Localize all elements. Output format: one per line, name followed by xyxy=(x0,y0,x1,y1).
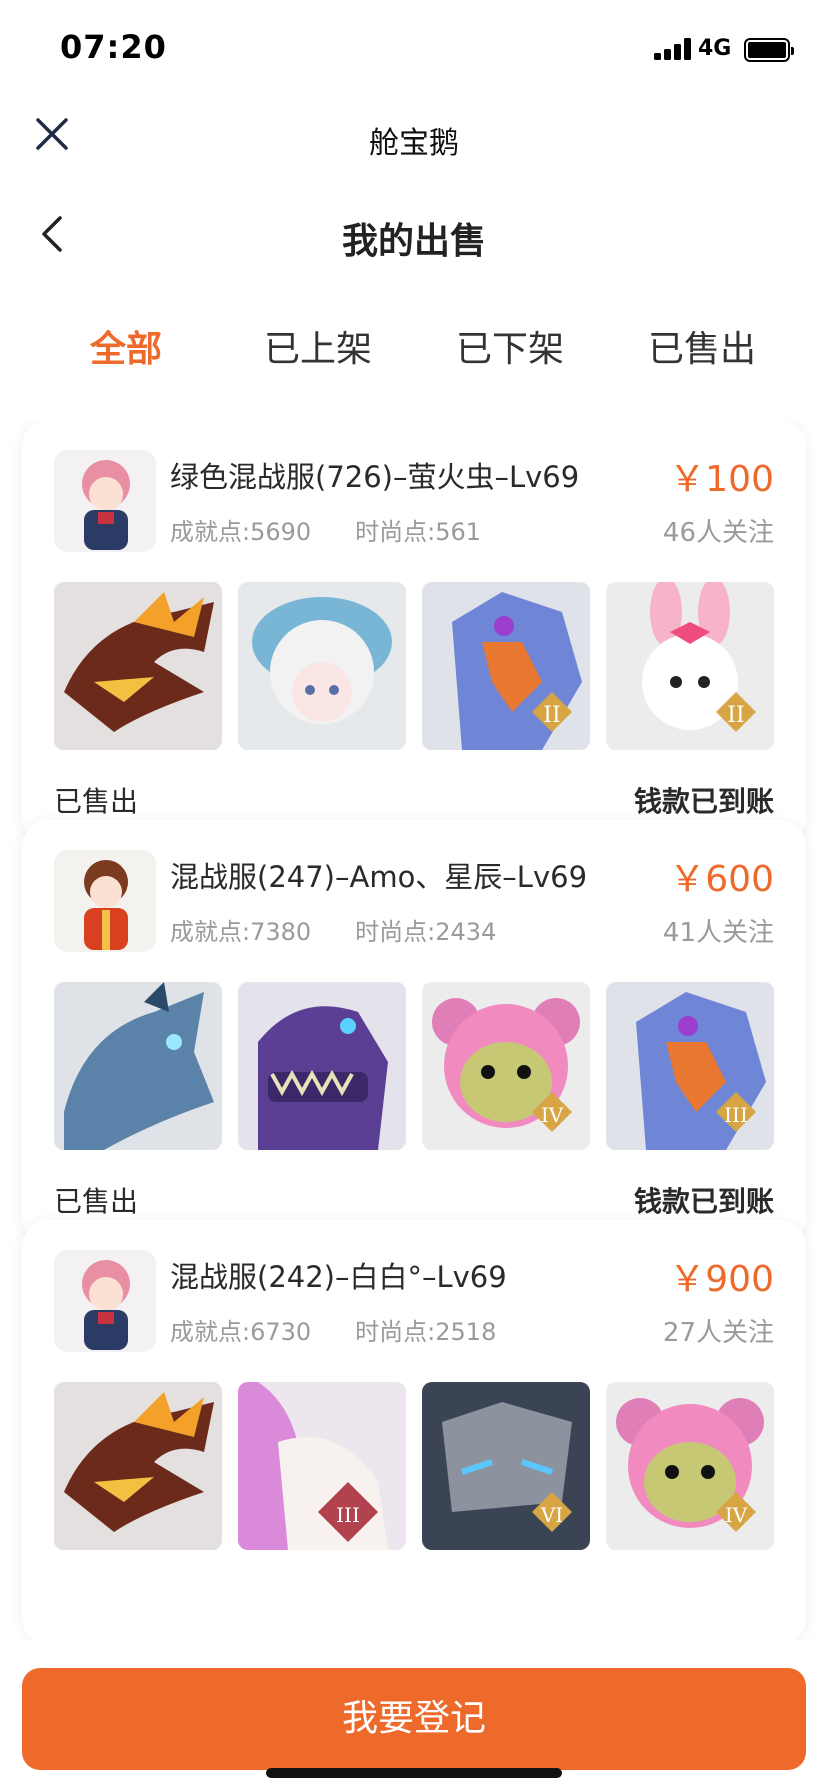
nav-bar: 我的出售 xyxy=(0,186,828,286)
listing-title: 混战服(247)–Amo、星辰–Lv69 xyxy=(170,860,588,894)
signal-icon xyxy=(654,38,692,60)
follower-count: 46人关注 xyxy=(662,518,774,548)
achievement-points: 成就点:6730 xyxy=(170,1318,312,1346)
follower-count: 41人关注 xyxy=(662,918,774,948)
fire-dragon-pet[interactable] xyxy=(54,1382,222,1550)
battery-icon xyxy=(744,38,794,62)
svg-text:II: II xyxy=(543,703,560,728)
listing-card[interactable]: 混战服(242)–白白°–Lv69 成就点:6730 时尚点:2518 ￥900 … xyxy=(22,1220,806,1640)
pet-thumbnails: IV III xyxy=(54,982,774,1150)
app-bar: 舱宝鹅 xyxy=(0,96,828,186)
register-button[interactable]: 我要登记 xyxy=(22,1668,806,1770)
tab-sold[interactable]: 已售出 xyxy=(612,320,792,372)
pink-hair-character-avatar xyxy=(54,450,156,552)
pink-hair-character-avatar xyxy=(54,1250,156,1352)
listing-stats: 成就点:6730 时尚点:2518 xyxy=(170,1312,496,1347)
listing-stats: 成就点:7380 时尚点:2434 xyxy=(170,912,496,947)
status-bar: 07:20 4G xyxy=(0,0,828,96)
pet-thumbnails: III VI IV xyxy=(54,1382,774,1550)
pet-thumbnails: II II xyxy=(54,582,774,750)
listing-title: 混战服(242)–白白°–Lv69 xyxy=(170,1260,507,1294)
network-type: 4G xyxy=(698,36,732,61)
listing-price: ￥100 xyxy=(669,459,774,500)
listing-title: 绿色混战服(726)–萤火虫–Lv69 xyxy=(170,460,580,494)
listing-card[interactable]: 绿色混战服(726)–萤火虫–Lv69 成就点:5690 时尚点:561 ￥100… xyxy=(22,420,806,844)
filter-tabs: 全部 已上架 已下架 已售出 xyxy=(0,300,828,380)
app-title: 舱宝鹅 xyxy=(369,126,459,161)
listing-list: 绿色混战服(726)–萤火虫–Lv69 成就点:5690 时尚点:561 ￥100… xyxy=(0,420,828,1640)
ice-dragon-pet[interactable] xyxy=(54,982,222,1150)
achievement-points: 成就点:7380 xyxy=(170,918,312,946)
listing-card[interactable]: 混战服(247)–Amo、星辰–Lv69 成就点:7380 时尚点:2434 ￥6… xyxy=(22,820,806,1244)
svg-text:IV: IV xyxy=(541,1103,564,1127)
svg-text:III: III xyxy=(336,1503,360,1527)
fire-dragon-pet[interactable] xyxy=(54,582,222,750)
status-time: 07:20 xyxy=(60,28,167,66)
white-sheep-pet[interactable] xyxy=(238,582,406,750)
svg-text:II: II xyxy=(727,703,744,728)
tab-all[interactable]: 全部 xyxy=(36,320,216,372)
sale-status: 已售出 xyxy=(54,1185,139,1218)
sale-status: 已售出 xyxy=(54,785,139,818)
listing-price: ￥600 xyxy=(669,859,774,900)
fashion-points: 时尚点:2434 xyxy=(355,918,497,946)
follower-count: 27人关注 xyxy=(662,1318,774,1348)
svg-text:VI: VI xyxy=(540,1503,563,1527)
payment-status: 钱款已到账 xyxy=(633,785,774,818)
listing-stats: 成就点:5690 时尚点:561 xyxy=(170,512,481,547)
blue-eagle-pet[interactable]: III xyxy=(606,982,774,1150)
tab-listed[interactable]: 已上架 xyxy=(228,320,408,372)
blue-eagle-pet[interactable]: II xyxy=(422,582,590,750)
home-indicator xyxy=(266,1768,562,1778)
brown-hair-boy-avatar xyxy=(54,850,156,952)
fashion-points: 时尚点:2518 xyxy=(355,1318,497,1346)
svg-text:III: III xyxy=(724,1103,748,1127)
svg-text:IV: IV xyxy=(725,1503,748,1527)
fashion-points: 时尚点:561 xyxy=(355,518,482,546)
pink-bunny-pet[interactable]: II xyxy=(606,582,774,750)
pink-bear-pet[interactable]: IV xyxy=(422,982,590,1150)
payment-status: 钱款已到账 xyxy=(633,1185,774,1218)
achievement-points: 成就点:5690 xyxy=(170,518,312,546)
tab-delisted[interactable]: 已下架 xyxy=(420,320,600,372)
pink-bear-pet[interactable]: IV xyxy=(606,1382,774,1550)
white-unicorn-pet[interactable]: III xyxy=(238,1382,406,1550)
listing-price: ￥900 xyxy=(669,1259,774,1300)
stone-golem-pet[interactable]: VI xyxy=(422,1382,590,1550)
purple-dinosaur-pet[interactable] xyxy=(238,982,406,1150)
page-title: 我的出售 xyxy=(341,221,486,262)
